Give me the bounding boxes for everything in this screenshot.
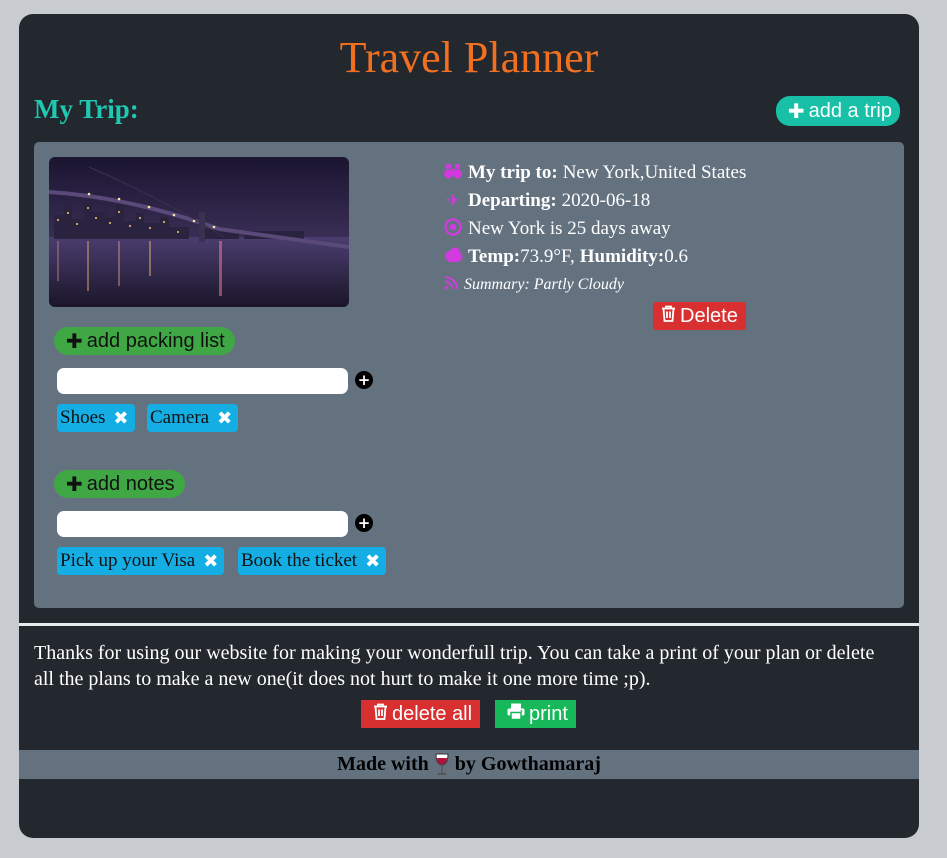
rss-icon	[443, 276, 459, 294]
departing-row: ✈ Departing: 2020-06-18	[443, 187, 746, 215]
add-trip-button[interactable]: ✚ add a trip	[775, 96, 900, 126]
close-icon[interactable]: ✖	[365, 551, 380, 572]
countdown-text: New York is 25 days away	[468, 218, 671, 239]
trip-card: ✚ add packing list + Shoes ✖ Camera ✖ ✚ …	[34, 142, 904, 608]
temp-value: 73.9°F,	[520, 246, 575, 267]
delete-all-button[interactable]: delete all	[361, 700, 481, 728]
thanks-message: Thanks for using our website for making …	[34, 642, 875, 690]
packing-item: Camera ✖	[147, 404, 239, 432]
footer: Made with by Gowthamaraj	[19, 750, 919, 779]
packing-input[interactable]	[57, 368, 348, 394]
plus-icon: ✚	[787, 99, 805, 123]
plus-icon: ✚	[66, 472, 83, 496]
target-icon	[443, 217, 463, 241]
close-icon[interactable]: ✖	[113, 408, 128, 429]
packing-item-label: Shoes	[60, 407, 106, 428]
trash-icon	[373, 703, 388, 726]
note-item: Book the ticket ✖	[238, 547, 387, 575]
add-notes-button[interactable]: ✚ add notes	[54, 470, 185, 498]
divider	[19, 623, 919, 626]
temp-label: Temp:	[468, 246, 521, 267]
delete-all-label: delete all	[392, 702, 473, 725]
humidity-label: Humidity:	[579, 246, 665, 267]
add-packing-label: add packing list	[86, 329, 225, 352]
destination-row: My trip to: New York,United States	[443, 159, 746, 187]
plane-icon: ✈	[445, 191, 461, 211]
print-button[interactable]: print	[495, 700, 576, 728]
trash-icon	[661, 305, 676, 328]
add-notes-label: add notes	[86, 472, 175, 495]
section-title: My Trip:	[34, 94, 139, 124]
destination-photo	[49, 157, 349, 307]
delete-label: Delete	[680, 304, 738, 327]
packing-item-label: Camera	[150, 407, 210, 428]
destination-label: My trip to:	[468, 162, 558, 183]
add-packing-button[interactable]: ✚ add packing list	[54, 327, 235, 355]
destination-value: New York,United States	[562, 162, 747, 183]
binoculars-icon	[443, 163, 463, 184]
delete-trip-button[interactable]: Delete	[653, 302, 746, 330]
footer-author: by Gowthamaraj	[454, 753, 601, 775]
trip-info: My trip to: New York,United States ✈ Dep…	[443, 159, 746, 299]
print-label: print	[529, 702, 568, 725]
add-note-item-icon[interactable]: +	[355, 514, 373, 532]
note-item-label: Book the ticket	[241, 550, 358, 571]
summary-text: Summary: Partly Cloudy	[464, 276, 624, 293]
printer-icon	[507, 703, 525, 726]
wine-glass-icon	[434, 753, 450, 777]
add-packing-item-icon[interactable]: +	[355, 371, 373, 389]
cloud-icon	[443, 247, 463, 268]
close-icon[interactable]: ✖	[203, 551, 218, 572]
note-item-label: Pick up your Visa	[60, 550, 196, 571]
note-item: Pick up your Visa ✖	[57, 547, 225, 575]
countdown-row: New York is 25 days away	[443, 215, 746, 243]
add-trip-label: add a trip	[808, 99, 892, 122]
footer-made-with: Made with	[337, 753, 429, 775]
summary-row: Summary: Partly Cloudy	[443, 271, 746, 299]
departing-label: Departing:	[468, 190, 557, 211]
app-title: Travel Planner	[339, 33, 599, 82]
app-container: Travel Planner My Trip: ✚ add a trip ✚ a…	[19, 14, 919, 838]
weather-row: Temp: 73.9°F, Humidity: 0.6	[443, 243, 746, 271]
close-icon[interactable]: ✖	[217, 408, 232, 429]
humidity-value: 0.6	[664, 246, 688, 267]
notes-input[interactable]	[57, 511, 348, 537]
departing-value: 2020-06-18	[561, 190, 651, 211]
plus-icon: ✚	[66, 329, 83, 353]
packing-item: Shoes ✖	[57, 404, 135, 432]
